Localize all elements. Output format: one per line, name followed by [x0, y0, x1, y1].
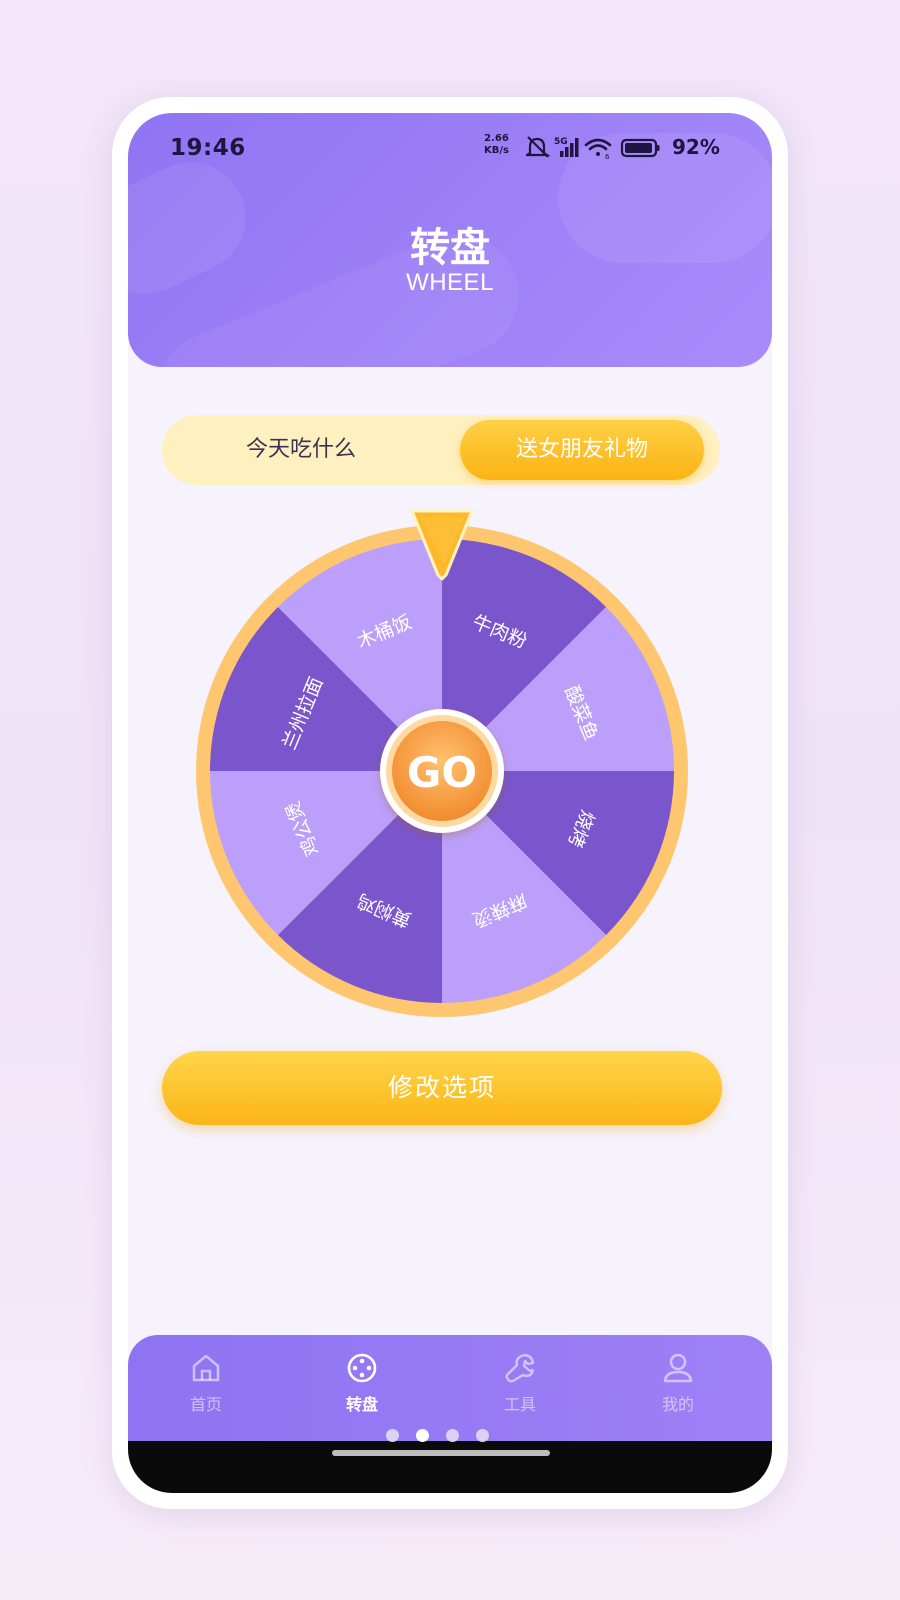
page-dot-active — [416, 1429, 429, 1442]
nav-label-home: 首页 — [189, 1395, 222, 1414]
signal-label: 5G — [554, 137, 568, 147]
wifi-icon: 6 — [584, 138, 612, 161]
page-title: 转盘 — [410, 225, 490, 271]
nav-item-profile[interactable]: 我的 — [618, 1351, 738, 1415]
tab-gift-for-girlfriend[interactable]: 送女朋友礼物 — [460, 420, 704, 480]
app-screen: 19:46 2.66 KB/s 5G 6 92% 转盘 WHEEL 今天吃什么 … — [128, 113, 772, 1493]
page-dot — [476, 1429, 489, 1442]
home-indicator[interactable] — [332, 1450, 550, 1456]
battery-percent: 92% — [672, 135, 720, 159]
net-speed: 2.66 KB/s — [484, 133, 509, 157]
spin-wheel[interactable]: 牛肉粉酸菜鱼烧烤麻辣烫黄焖鸡鸡公煲兰州拉面木桶饭 GO — [194, 505, 694, 1025]
mode-switcher: 今天吃什么 送女朋友礼物 — [162, 415, 720, 485]
go-label: GO — [407, 748, 477, 797]
page-subtitle: WHEEL — [406, 269, 494, 296]
wheel-icon — [347, 1353, 377, 1383]
wrench-icon — [505, 1353, 535, 1383]
home-icon — [192, 1354, 220, 1382]
net-speed-value: 2.66 — [484, 133, 509, 144]
nav-item-wheel[interactable]: 转盘 — [302, 1351, 422, 1415]
nav-label-wheel: 转盘 — [345, 1395, 378, 1414]
nav-item-home[interactable]: 首页 — [146, 1351, 266, 1415]
status-time: 19:46 — [170, 135, 246, 161]
nav-item-tools[interactable]: 工具 — [460, 1351, 580, 1415]
nav-label-tools: 工具 — [503, 1395, 536, 1414]
header: 19:46 2.66 KB/s 5G 6 92% 转盘 WHEEL — [128, 113, 772, 367]
go-button[interactable]: GO — [380, 709, 504, 833]
edit-options-button[interactable]: 修改选项 — [162, 1051, 722, 1125]
page-indicator — [386, 1429, 506, 1443]
mute-icon — [526, 136, 551, 158]
svg-text:6: 6 — [605, 153, 610, 161]
net-speed-unit: KB/s — [484, 145, 509, 156]
battery-icon — [620, 138, 660, 158]
nav-label-profile: 我的 — [661, 1395, 694, 1414]
status-icons: 5G 6 — [526, 136, 660, 161]
tab-what-to-eat[interactable]: 今天吃什么 — [162, 415, 440, 485]
page-dot — [446, 1429, 459, 1442]
page-dot — [386, 1429, 399, 1442]
status-bar: 19:46 2.66 KB/s 5G 6 92% — [128, 131, 772, 171]
user-icon — [663, 1353, 693, 1383]
system-nav-area — [128, 1441, 772, 1493]
